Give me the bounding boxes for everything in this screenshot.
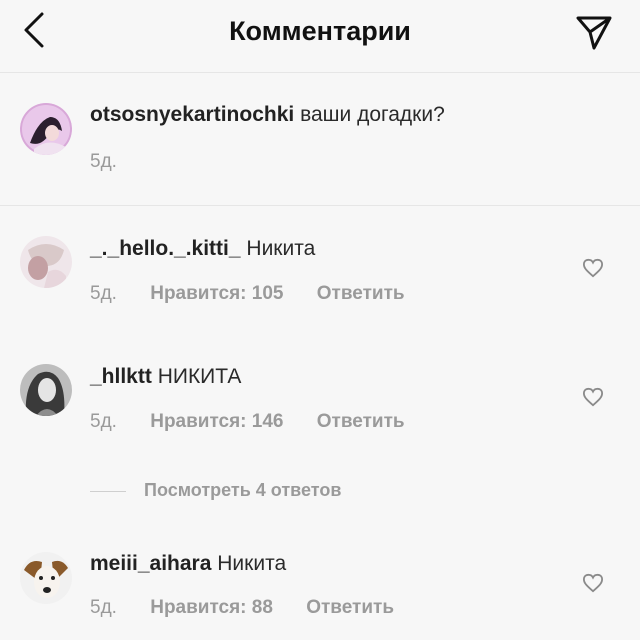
comment-username[interactable]: _._hello._.kitti_ [90,237,241,260]
view-replies-button[interactable]: Посмотреть 4 ответов [90,480,341,501]
heart-icon[interactable] [582,258,604,278]
caption-time: 5д. [90,151,117,172]
avatar[interactable] [20,103,72,155]
comment-text: НИКИТА [157,365,242,388]
comment-text: Никита [246,237,316,260]
comment-time: 5д. [90,411,117,432]
view-replies-label: Посмотреть 4 ответов [144,480,342,500]
caption-meta: 5д. [90,151,145,173]
comment-text: Никита [217,552,287,575]
avatar[interactable] [20,236,72,288]
post-caption: otsosnyekartinochki ваши догадки? 5д. [0,73,640,206]
likes-count[interactable]: Нравится: 146 [150,411,283,432]
replies-divider [90,490,126,492]
share-button[interactable] [574,12,614,52]
comment-time: 5д. [90,283,117,304]
comment-username[interactable]: _hllktt [90,365,152,388]
paper-plane-icon [576,16,612,50]
header-bar: Комментарии [0,0,640,73]
heart-icon[interactable] [582,573,604,593]
heart-icon[interactable] [582,387,604,407]
caption-text: ваши догадки? [300,103,445,126]
comment-time: 5д. [90,597,117,618]
caption-line: otsosnyekartinochki ваши догадки? [90,103,445,127]
page-title: Комментарии [229,16,411,46]
likes-count[interactable]: Нравится: 105 [150,283,283,304]
comment-username[interactable]: meiii_aihara [90,552,211,575]
caption-username[interactable]: otsosnyekartinochki [90,103,294,126]
avatar[interactable] [20,364,72,416]
reply-button[interactable]: Ответить [317,411,405,432]
reply-button[interactable]: Ответить [317,283,405,304]
likes-count[interactable]: Нравится: 88 [150,597,273,618]
reply-button[interactable]: Ответить [306,597,394,618]
avatar[interactable] [20,552,72,604]
